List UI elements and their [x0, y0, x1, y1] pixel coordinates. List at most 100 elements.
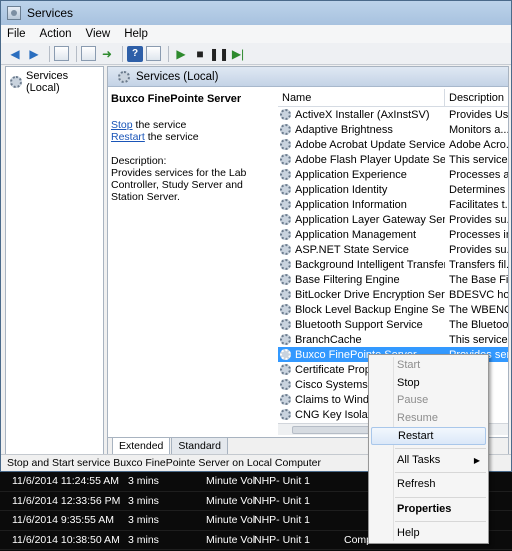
- service-gear-icon: [280, 304, 291, 315]
- service-name: ASP.NET State Service: [295, 243, 409, 256]
- service-gear-icon: [280, 199, 291, 210]
- help-icon[interactable]: ?: [127, 45, 143, 62]
- service-name-cell: Base Filtering Engine: [278, 274, 445, 286]
- service-name: Application Experience: [295, 168, 407, 181]
- service-row[interactable]: Application Layer Gateway Service Provide…: [278, 212, 508, 227]
- service-row[interactable]: Bluetooth Support Service The Bluetoo...: [278, 317, 508, 332]
- console-tree-icon[interactable]: [54, 46, 69, 61]
- tab-extended[interactable]: Extended: [112, 438, 171, 455]
- table-cell-date: 11/6/2014 10:38:50 AM: [12, 533, 120, 546]
- service-gear-icon: [280, 244, 291, 255]
- menu-view[interactable]: View: [86, 28, 111, 40]
- service-row[interactable]: ActiveX Installer (AxInstSV) Provides Us.…: [278, 107, 508, 122]
- service-description-cell: This service ...: [449, 153, 508, 166]
- service-gear-icon: [280, 379, 291, 390]
- service-row[interactable]: Background Intelligent Transfer S... Tran…: [278, 257, 508, 272]
- menu-separator: [395, 472, 486, 473]
- service-gear-icon: [280, 229, 291, 240]
- service-gear-icon: [280, 349, 291, 360]
- service-row[interactable]: Application Identity Determines ...: [278, 182, 508, 197]
- service-description-cell: Facilitates t...: [449, 198, 508, 211]
- stop-service-link[interactable]: Stop: [111, 119, 133, 131]
- list-header: Name Description: [278, 89, 508, 107]
- table-cell-date: 11/6/2014 12:33:56 PM: [12, 494, 121, 507]
- service-row[interactable]: BranchCache This service ...: [278, 332, 508, 347]
- context-menu-restart[interactable]: Restart: [371, 427, 486, 445]
- context-menu-all-tasks[interactable]: All Tasks ▶: [369, 452, 488, 470]
- table-cell-type: Minute Vol: [206, 494, 256, 507]
- service-row[interactable]: Adobe Acrobat Update Service Adobe Acro..…: [278, 137, 508, 152]
- service-name-cell: Application Management: [278, 229, 445, 241]
- service-gear-icon: [280, 124, 291, 135]
- service-row[interactable]: Block Level Backup Engine Service The WBE…: [278, 302, 508, 317]
- service-description-cell: The WBENG...: [449, 303, 508, 316]
- table-cell-type: Minute Vol: [206, 475, 256, 488]
- table-cell-unit: NHP- Unit 1: [254, 514, 311, 527]
- service-name-cell: Application Layer Gateway Service: [278, 214, 445, 226]
- properties-icon[interactable]: [81, 46, 96, 61]
- service-gear-icon: [280, 394, 291, 405]
- properties-sheet-icon[interactable]: [146, 46, 161, 61]
- context-menu-stop[interactable]: Stop: [369, 375, 488, 393]
- table-cell-date: 11/6/2014 9:35:55 AM: [12, 514, 114, 527]
- restart-service-suffix: the service: [144, 131, 199, 143]
- export-icon[interactable]: ➜: [99, 46, 115, 62]
- menu-item-label: Start: [397, 359, 421, 371]
- restart-icon[interactable]: ▶|: [230, 46, 246, 62]
- service-row[interactable]: Adaptive Brightness Monitors a...: [278, 122, 508, 137]
- service-name-cell: ASP.NET State Service: [278, 244, 445, 256]
- context-menu-resume: Resume: [369, 410, 488, 428]
- service-description-cell: Processes in...: [449, 228, 508, 241]
- table-cell-dur: 3 mins: [128, 475, 159, 488]
- service-name: Application Layer Gateway Service: [295, 213, 445, 226]
- restart-service-link[interactable]: Restart: [111, 131, 145, 143]
- service-gear-icon: [280, 364, 291, 375]
- service-gear-icon: [280, 154, 291, 165]
- menu-item-label: Restart: [398, 430, 434, 442]
- table-cell-date: 11/6/2014 11:24:55 AM: [12, 475, 120, 488]
- menu-item-label: Help: [397, 527, 420, 539]
- menu-action[interactable]: Action: [40, 28, 72, 40]
- tree-item-services-local[interactable]: Services (Local): [6, 67, 103, 97]
- column-header-name[interactable]: Name: [278, 89, 445, 107]
- toolbar-separator: [49, 45, 50, 62]
- service-row[interactable]: Application Experience Processes a...: [278, 167, 508, 182]
- play-icon[interactable]: ▶: [173, 46, 189, 62]
- service-name: Adobe Flash Player Update Service: [295, 153, 445, 166]
- service-description-cell: The Base Fil...: [449, 273, 508, 286]
- description-label: Description:: [111, 155, 167, 167]
- service-name-cell: Adaptive Brightness: [278, 124, 445, 136]
- menu-file[interactable]: File: [7, 28, 26, 40]
- back-arrow-icon[interactable]: ◀: [7, 46, 23, 62]
- service-gear-icon: [280, 274, 291, 285]
- service-row[interactable]: ASP.NET State Service Provides su...: [278, 242, 508, 257]
- service-row[interactable]: BitLocker Drive Encryption Service BDESVC…: [278, 287, 508, 302]
- forward-arrow-icon[interactable]: ▶: [26, 46, 42, 62]
- menu-separator: [395, 447, 486, 449]
- pause-icon[interactable]: ❚❚: [209, 46, 229, 62]
- menu-item-label: Properties: [397, 502, 452, 515]
- column-header-description[interactable]: Description: [445, 92, 508, 104]
- service-description-cell: Monitors a...: [449, 123, 508, 136]
- service-row[interactable]: Base Filtering Engine The Base Fil...: [278, 272, 508, 287]
- service-name-cell: Bluetooth Support Service: [278, 319, 445, 331]
- context-menu-help[interactable]: Help: [369, 525, 488, 543]
- menu-help[interactable]: Help: [124, 28, 148, 40]
- service-row[interactable]: Adobe Flash Player Update Service This se…: [278, 152, 508, 167]
- service-row[interactable]: Application Management Processes in...: [278, 227, 508, 242]
- title-bar[interactable]: Services: [1, 1, 511, 25]
- menu-bar: File Action View Help: [1, 25, 511, 43]
- stop-icon[interactable]: ■: [192, 46, 208, 62]
- service-row[interactable]: Application Information Facilitates t...: [278, 197, 508, 212]
- context-menu-refresh[interactable]: Refresh: [369, 476, 488, 494]
- service-name: Bluetooth Support Service: [295, 318, 423, 331]
- menu-item-label: All Tasks: [397, 453, 441, 466]
- pane-header: Services (Local): [108, 67, 508, 87]
- context-menu-properties[interactable]: Properties: [369, 501, 488, 519]
- service-description-cell: Provides Us...: [449, 108, 508, 121]
- service-name: Base Filtering Engine: [295, 273, 400, 286]
- menu-item-label: Refresh: [397, 478, 436, 490]
- tab-standard[interactable]: Standard: [171, 438, 228, 455]
- toolbar: ◀ ▶ ➜ ? ▶ ■ ❚❚ ▶|: [1, 43, 511, 65]
- menu-item-label: Pause: [397, 394, 429, 406]
